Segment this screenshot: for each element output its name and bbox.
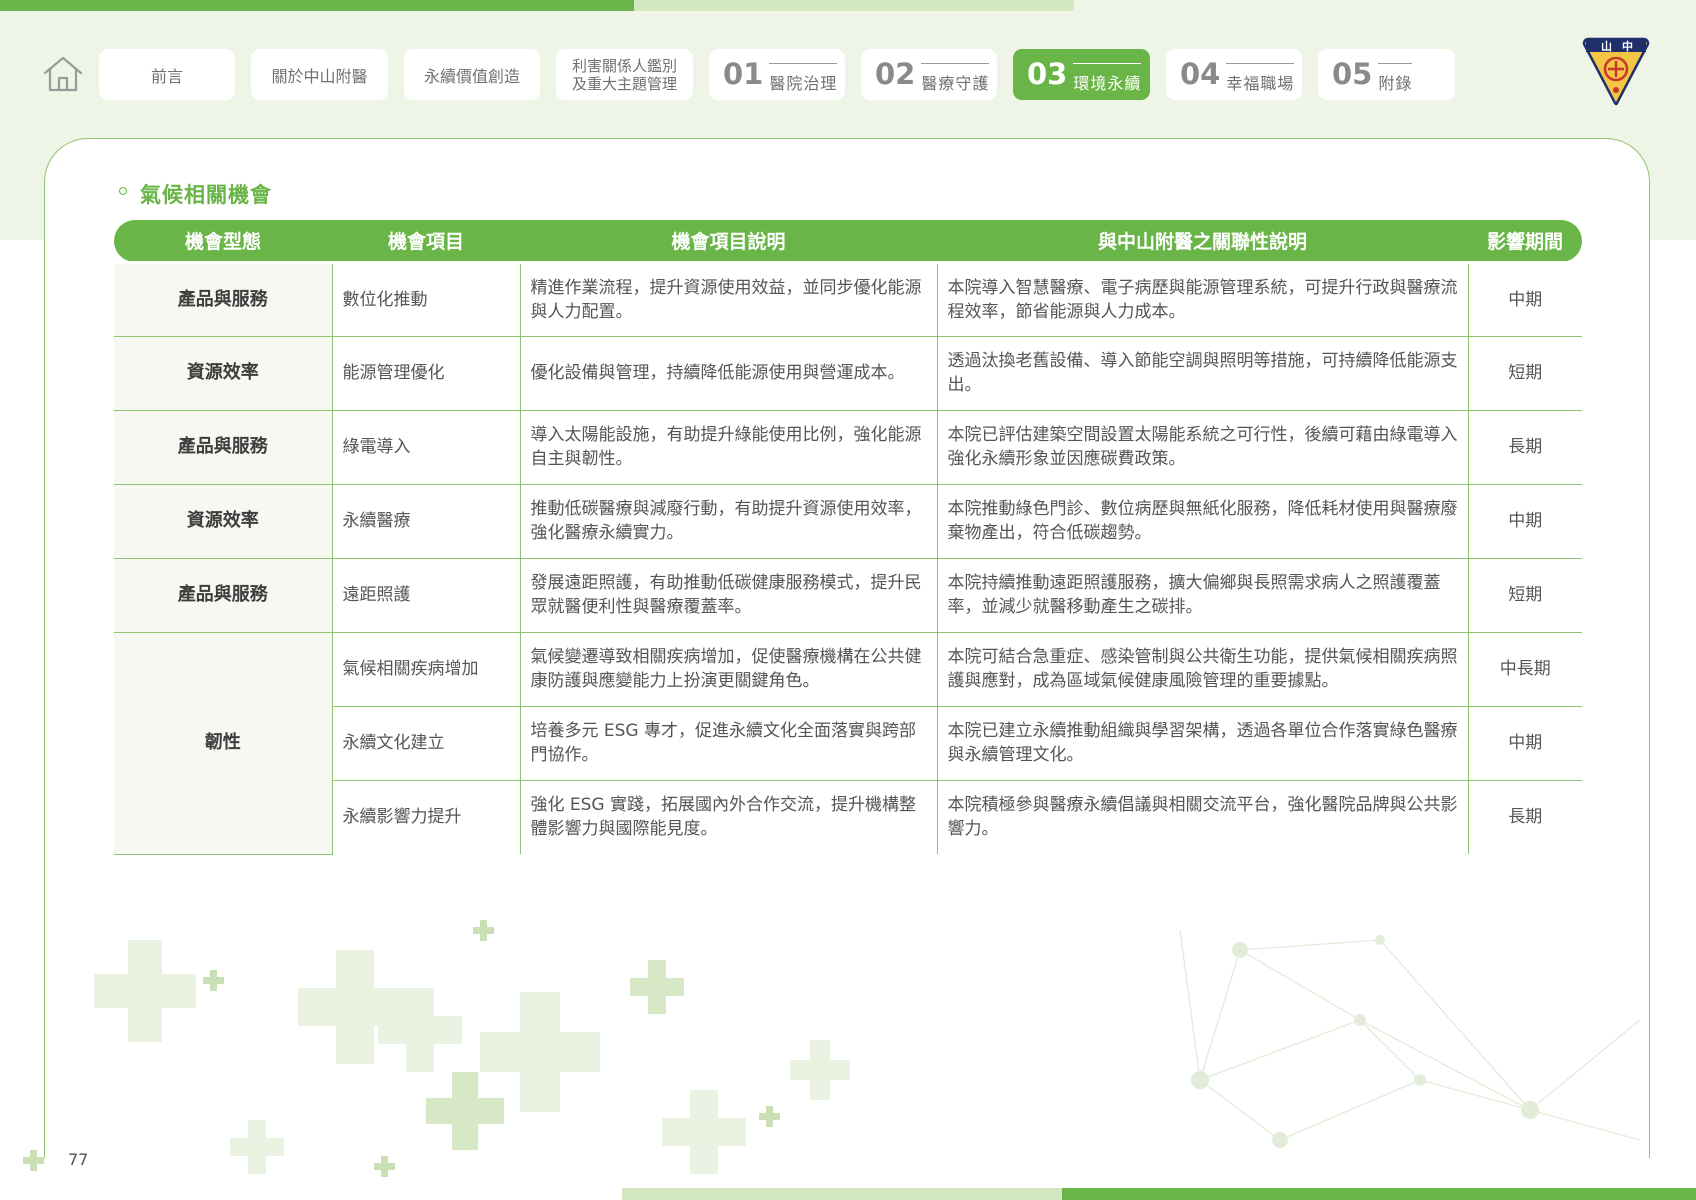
table-row: 永續影響力提升 強化 ESG 實踐，拓展國內外合作交流，提升機構整體影響力與國際… bbox=[114, 780, 1582, 854]
tab-number: 03 bbox=[1027, 57, 1068, 91]
table-row: 韌性 氣候相關疾病增加 氣候變遷導致相關疾病增加，促使醫療機構在公共健康防護與應… bbox=[114, 632, 1582, 855]
cell-period: 長期 bbox=[1468, 410, 1582, 485]
cell-item: 綠電導入 bbox=[332, 410, 521, 485]
decorative-network bbox=[1179, 929, 1641, 1148]
tab-label-line2: 及重大主題管理 bbox=[571, 74, 677, 93]
section-title-text: 氣候相關機會 bbox=[140, 183, 272, 207]
header-type: 機會型態 bbox=[114, 220, 332, 262]
table-row: 永續文化建立 培養多元 ESG 專才，促進永續文化全面落實與跨部門協作。 本院已… bbox=[114, 706, 1582, 781]
logo-text-right: 中 bbox=[1622, 39, 1633, 53]
cell-type: 產品與服務 bbox=[114, 260, 333, 337]
tab-number: 04 bbox=[1180, 57, 1221, 91]
cell-type: 韌性 bbox=[114, 632, 333, 855]
tab-label: 醫療守護 bbox=[921, 63, 990, 94]
bottom-accent-bar bbox=[1062, 1188, 1696, 1200]
top-accent-bar-light bbox=[634, 0, 1074, 11]
cell-description: 強化 ESG 實踐，拓展國內外合作交流，提升機構整體影響力與國際能見度。 bbox=[520, 780, 938, 854]
tab-number: 01 bbox=[723, 57, 764, 91]
tab-01-governance[interactable]: 01 醫院治理 bbox=[709, 49, 845, 100]
cell-period: 長期 bbox=[1508, 807, 1543, 828]
page-number: 77 bbox=[68, 1150, 89, 1169]
cell-relation: 透過汰換老舊設備、導入節能空調與照明等措施，可持續降低能源支出。 bbox=[937, 336, 1469, 411]
tab-value-creation[interactable]: 永續價值創造 bbox=[404, 49, 540, 100]
cell-description: 氣候變遷導致相關疾病增加，促使醫療機構在公共健康防護與應變能力上扮演更關鍵角色。 bbox=[520, 632, 938, 707]
tab-05-appendix[interactable]: 05 附錄 bbox=[1318, 49, 1455, 100]
tab-label: 環境永續 bbox=[1073, 63, 1142, 94]
cell-description: 優化設備與管理，持續降低能源使用與營運成本。 bbox=[520, 336, 938, 411]
cell-period: 短期 bbox=[1468, 558, 1582, 633]
header-item: 機會項目 bbox=[332, 220, 520, 262]
table-row: 產品與服務 綠電導入 導入太陽能設施，有助提升綠能使用比例，強化能源自主與韌性。… bbox=[114, 410, 1582, 485]
opportunities-table: 機會型態 機會項目 機會項目說明 與中山附醫之關聯性說明 影響期間 產品與服務 … bbox=[114, 220, 1582, 855]
cell-relation: 本院推動綠色門診、數位病歷與無紙化服務，降低耗材使用與醫療廢棄物產出，符合低碳趨… bbox=[937, 484, 1469, 559]
logo-text-left: 山 bbox=[1601, 39, 1612, 53]
header-period: 影響期間 bbox=[1468, 220, 1582, 262]
cell-item: 永續醫療 bbox=[332, 484, 521, 559]
cell-item: 永續文化建立 bbox=[332, 706, 521, 781]
cell-relation: 本院可結合急重症、感染管制與公共衛生功能，提供氣候相關疾病照護與應對，成為區域氣… bbox=[937, 632, 1469, 707]
cell-type: 產品與服務 bbox=[114, 410, 333, 485]
table-row: 產品與服務 數位化推動 精進作業流程，提升資源使用效益，並同步優化能源與人力配置… bbox=[114, 260, 1582, 337]
tab-number: 02 bbox=[875, 57, 916, 91]
decorative-crosses bbox=[23, 920, 850, 1177]
tab-label: 永續價值創造 bbox=[423, 66, 520, 86]
home-icon[interactable] bbox=[42, 54, 84, 94]
tab-label: 幸福職場 bbox=[1226, 63, 1295, 94]
tab-label: 前言 bbox=[150, 66, 183, 86]
table-header-row: 機會型態 機會項目 機會項目說明 與中山附醫之關聯性說明 影響期間 bbox=[114, 220, 1582, 262]
cell-description: 發展遠距照護，有助推動低碳健康服務模式，提升民眾就醫便利性與醫療覆蓋率。 bbox=[520, 558, 938, 633]
tab-about[interactable]: 關於中山附醫 bbox=[251, 49, 388, 100]
cell-description: 推動低碳醫療與減廢行動，有助提升資源使用效率，強化醫療永續實力。 bbox=[520, 484, 938, 559]
tab-label: 醫院治理 bbox=[769, 63, 838, 94]
tab-label: 附錄 bbox=[1378, 63, 1413, 94]
cell-item: 氣候相關疾病增加 bbox=[332, 632, 521, 707]
hospital-logo: 山 中 bbox=[1582, 37, 1650, 106]
cell-description: 培養多元 ESG 專才，促進永續文化全面落實與跨部門協作。 bbox=[520, 706, 938, 781]
tab-02-medical-care[interactable]: 02 醫療守護 bbox=[861, 49, 997, 100]
cell-item: 數位化推動 bbox=[332, 260, 521, 337]
cell-relation: 本院積極參與醫療永續倡議與相關交流平台，強化醫院品牌與公共影響力。 bbox=[937, 780, 1469, 854]
cell-relation: 本院已評估建築空間設置太陽能系統之可行性，後續可藉由綠電導入強化永續形象並因應碳… bbox=[937, 410, 1469, 485]
cell-period: 中期 bbox=[1468, 484, 1582, 559]
cell-relation: 本院導入智慧醫療、電子病歷與能源管理系統，可提升行政與醫療流程效率，節省能源與人… bbox=[937, 260, 1469, 337]
section-title: 氣候相關機會 bbox=[120, 179, 272, 209]
tab-03-environment[interactable]: 03 環境永續 bbox=[1013, 49, 1150, 100]
cell-type: 產品與服務 bbox=[114, 558, 333, 633]
tab-number: 05 bbox=[1332, 57, 1373, 91]
cell-period: 中長期 bbox=[1468, 632, 1582, 707]
cell-item: 永續影響力提升 bbox=[332, 780, 521, 854]
tab-04-workplace[interactable]: 04 幸福職場 bbox=[1166, 49, 1302, 100]
cell-relation: 本院已建立永續推動組織與學習架構，透過各單位合作落實綠色醫療與永續管理文化。 bbox=[937, 706, 1469, 781]
cell-period: 中期 bbox=[1468, 706, 1582, 781]
cell-description: 導入太陽能設施，有助提升綠能使用比例，強化能源自主與韌性。 bbox=[520, 410, 938, 485]
cell-type: 資源效率 bbox=[114, 336, 333, 411]
tab-stakeholders[interactable]: 利害關係人鑑別 及重大主題管理 bbox=[556, 49, 693, 100]
tab-label-line1: 利害關係人鑑別 bbox=[571, 56, 677, 75]
cell-item: 能源管理優化 bbox=[332, 336, 521, 411]
table-row: 資源效率 能源管理優化 優化設備與管理，持續降低能源使用與營運成本。 透過汰換老… bbox=[114, 336, 1582, 411]
tab-label: 關於中山附醫 bbox=[271, 66, 368, 86]
header-relation: 與中山附醫之關聯性說明 bbox=[937, 220, 1468, 262]
table-row: 產品與服務 遠距照護 發展遠距照護，有助推動低碳健康服務模式，提升民眾就醫便利性… bbox=[114, 558, 1582, 633]
cell-description: 精進作業流程，提升資源使用效益，並同步優化能源與人力配置。 bbox=[520, 260, 938, 337]
cell-type: 資源效率 bbox=[114, 484, 333, 559]
cell-item: 遠距照護 bbox=[332, 558, 521, 633]
tab-preface[interactable]: 前言 bbox=[99, 49, 235, 100]
cell-relation: 本院持續推動遠距照護服務，擴大偏鄉與長照需求病人之照護覆蓋率，並減少就醫移動產生… bbox=[937, 558, 1469, 633]
table-row: 資源效率 永續醫療 推動低碳醫療與減廢行動，有助提升資源使用效率，強化醫療永續實… bbox=[114, 484, 1582, 559]
header-description: 機會項目說明 bbox=[520, 220, 937, 262]
top-accent-bar bbox=[0, 0, 634, 11]
cell-period: 短期 bbox=[1468, 336, 1582, 411]
cell-period: 中期 bbox=[1468, 260, 1582, 337]
bottom-accent-bar-light bbox=[622, 1188, 1062, 1200]
